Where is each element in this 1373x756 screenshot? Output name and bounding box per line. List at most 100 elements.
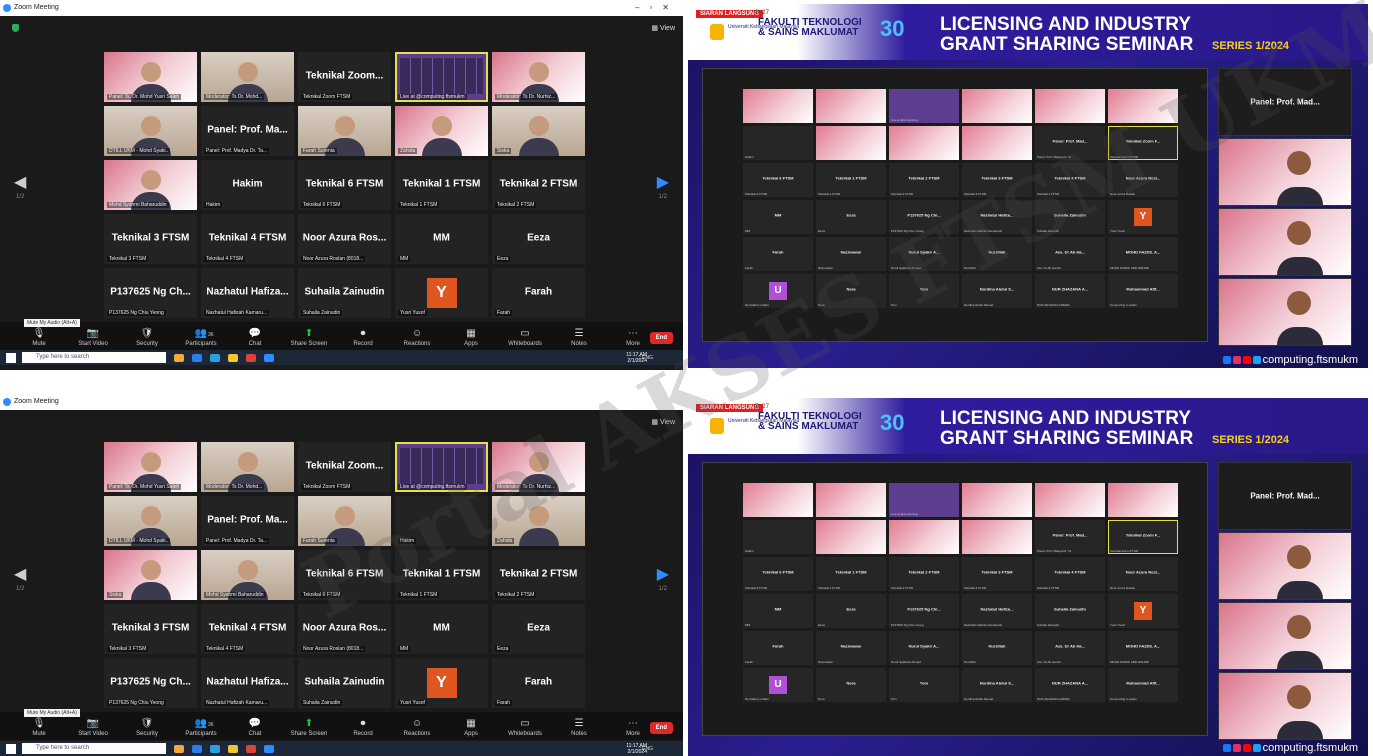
toolbar-button-share-screen[interactable]: ⬆ Share Screen [282, 718, 336, 740]
toolbar-button-reactions[interactable]: ☺ Reactions [390, 328, 444, 350]
participant-tile[interactable]: Nazhatul Hafiza... Nazhatul Hafizah Kamar… [201, 658, 294, 708]
taskbar-app-icon[interactable] [174, 744, 184, 753]
prev-page-icon[interactable]: ◀ [14, 172, 26, 192]
next-page-icon[interactable]: ▶ [657, 172, 669, 192]
toolbar-button-record[interactable]: ⏺ Record [336, 328, 390, 350]
participant-tile[interactable]: Farah Surenia [298, 106, 391, 156]
participant-tile[interactable]: Siska [492, 106, 585, 156]
view-button[interactable]: ▦ View [651, 24, 675, 32]
taskbar-app-icon[interactable] [210, 744, 220, 753]
taskbar-search[interactable]: Type here to search [22, 352, 166, 363]
participant-tile[interactable]: Mohd Syahmi Baharuddin [104, 160, 197, 210]
windows-start-icon[interactable] [6, 352, 16, 363]
participant-tile[interactable]: Suhaila Zainudin Suhaila Zainudin [298, 268, 391, 318]
toolbar-button-chat[interactable]: 💬 Chat [228, 328, 282, 350]
toolbar-button-mute[interactable]: 🎙 Mute [12, 718, 66, 740]
toolbar-button-participants[interactable]: 👥 Participants 36 [174, 328, 228, 350]
participant-tile[interactable]: P137625 Ng Ch... P137625 Ng Chiu Yeong [104, 268, 197, 318]
participant-tile[interactable]: Teknikal 4 FTSM Teknikal 4 FTSM [201, 604, 294, 654]
toolbar-button-notes[interactable]: ☰ Notes [552, 718, 606, 740]
participant-tile[interactable]: Y Yusri Yusof [395, 658, 488, 708]
taskbar-search[interactable]: Type here to search [22, 743, 166, 754]
participant-tile[interactable]: DTILL UKM - Mohd Syaki.. [104, 496, 197, 546]
participant-tile[interactable]: Teknikal 3 FTSM Teknikal 3 FTSM [104, 604, 197, 654]
toolbar-button-start-video[interactable]: 📷 Start Video [66, 328, 120, 350]
taskbar-app-icon[interactable] [192, 744, 202, 753]
participant-tile[interactable]: Teknikal Zoom... Teknikal Zoom FTSM [298, 52, 391, 102]
participant-tile[interactable]: Teknikal 3 FTSM Teknikal 3 FTSM [104, 214, 197, 264]
participant-tile[interactable]: Teknikal 4 FTSM Teknikal 4 FTSM [201, 214, 294, 264]
taskbar-app-icon[interactable] [246, 353, 256, 362]
participant-tile[interactable]: Hakim Hakim [201, 160, 294, 210]
toolbar-button-reactions[interactable]: ☺ Reactions [390, 718, 444, 740]
participant-tile[interactable]: Panel: Ts. Dr. Mohd Yusri Saleh [104, 52, 197, 102]
participant-tile[interactable]: Zahida [492, 496, 585, 546]
participant-tile[interactable]: Live at @computing.ftsmukm [395, 442, 488, 492]
participant-tile[interactable]: Siska [104, 550, 197, 600]
participant-tile[interactable]: Farah Farah [492, 268, 585, 318]
participant-tile[interactable]: Hakim [395, 496, 488, 546]
participant-tile[interactable]: MM MM [395, 604, 488, 654]
participant-tile[interactable]: Eeza Eeza [492, 604, 585, 654]
participant-tile[interactable]: Teknikal 6 FTSM Teknikal 6 FTSM [298, 160, 391, 210]
participant-tile[interactable]: Moderator: Ts Dr. Mohd... [201, 442, 294, 492]
participant-tile[interactable]: Moderator: Ts Dr. Nurhiz... [492, 52, 585, 102]
participant-tile[interactable]: MM MM [395, 214, 488, 264]
participant-tile[interactable]: Teknikal 2 FTSM Teknikal 2 FTSM [492, 160, 585, 210]
toolbar-button-record[interactable]: ⏺ Record [336, 718, 390, 740]
participant-tile[interactable]: Mohd Syahmi Baharuddin [201, 550, 294, 600]
participant-tile[interactable]: Y Yusri Yusof [395, 268, 488, 318]
taskbar-app-icon[interactable] [210, 353, 220, 362]
taskbar-app-icon[interactable] [264, 353, 274, 362]
toolbar-button-whiteboards[interactable]: ▭ Whiteboards [498, 328, 552, 350]
toolbar-button-start-video[interactable]: 📷 Start Video [66, 718, 120, 740]
participant-name: Teknikal Zoom... [305, 70, 384, 82]
toolbar-button-apps[interactable]: ▦ Apps [444, 328, 498, 350]
participant-tile[interactable]: Teknikal 6 FTSM Teknikal 6 FTSM [298, 550, 391, 600]
participant-tile[interactable]: Farah Surenia [298, 496, 391, 546]
windows-start-icon[interactable] [6, 743, 16, 754]
toolbar-button-chat[interactable]: 💬 Chat [228, 718, 282, 740]
window-controls[interactable]: –▫✕ [635, 0, 679, 16]
toolbar-button-security[interactable]: 🛡 Security [120, 718, 174, 740]
participant-tile[interactable]: Live at @computing.ftsmukm [395, 52, 488, 102]
taskbar-app-icon[interactable] [228, 353, 238, 362]
participant-tile[interactable]: Moderator: Ts Dr. Nurhiz... [492, 442, 585, 492]
taskbar-app-icon[interactable] [228, 744, 238, 753]
taskbar-app-icon[interactable] [246, 744, 256, 753]
shield-icon[interactable] [12, 24, 19, 32]
toolbar-button-notes[interactable]: ☰ Notes [552, 328, 606, 350]
view-button[interactable]: ▦ View [651, 418, 675, 426]
participant-tile[interactable]: P137625 Ng Ch... P137625 Ng Chiu Yeong [104, 658, 197, 708]
participant-tile[interactable]: Nazhatul Hafiza... Nazhatul Hafizah Kamar… [201, 268, 294, 318]
participant-tile[interactable]: DTILL UKM - Mohd Syaki.. [104, 106, 197, 156]
taskbar-app-icon[interactable] [174, 353, 184, 362]
toolbar-button-participants[interactable]: 👥 Participants 36 [174, 718, 228, 740]
participant-tile[interactable]: Zahida [395, 106, 488, 156]
participant-tile[interactable]: Panel: Prof. Ma... Panel: Prof. Madya Dr.… [201, 496, 294, 546]
participant-tile[interactable]: Teknikal 2 FTSM Teknikal 2 FTSM [492, 550, 585, 600]
participant-tile[interactable]: Panel: Prof. Ma... Panel: Prof. Madya Dr.… [201, 106, 294, 156]
participant-tile[interactable]: Eeza Eeza [492, 214, 585, 264]
toolbar-button-apps[interactable]: ▦ Apps [444, 718, 498, 740]
next-page-icon[interactable]: ▶ [657, 564, 669, 584]
taskbar-app-icon[interactable] [192, 353, 202, 362]
participant-tile[interactable]: Farah Farah [492, 658, 585, 708]
toolbar-button-share-screen[interactable]: ⬆ Share Screen [282, 328, 336, 350]
toolbar-button-whiteboards[interactable]: ▭ Whiteboards [498, 718, 552, 740]
taskbar-app-icon[interactable] [264, 744, 274, 753]
toolbar-button-security[interactable]: 🛡 Security [120, 328, 174, 350]
participant-tile[interactable]: Moderator: Ts Dr. Mohd... [201, 52, 294, 102]
participant-tile[interactable]: Teknikal 1 FTSM Teknikal 1 FTSM [395, 550, 488, 600]
participant-tile[interactable]: Teknikal Zoom... Teknikal Zoom FTSM [298, 442, 391, 492]
end-button[interactable]: End [649, 722, 673, 734]
participant-tile[interactable]: Panel: Ts. Dr. Mohd Yusri Saleh [104, 442, 197, 492]
participant-tile[interactable]: Teknikal 1 FTSM Teknikal 1 FTSM [395, 160, 488, 210]
end-button[interactable]: End [649, 332, 673, 344]
toolbar-button-mute[interactable]: 🎙 Mute [12, 328, 66, 350]
participant-tile[interactable]: Suhaila Zainudin Suhaila Zainudin [298, 658, 391, 708]
prev-page-icon[interactable]: ◀ [14, 564, 26, 584]
participant-caption: Eeza [495, 646, 511, 652]
participant-tile[interactable]: Noor Azura Ros... Noor Azura Roslan (8018… [298, 214, 391, 264]
participant-tile[interactable]: Noor Azura Ros... Noor Azura Roslan (8018… [298, 604, 391, 654]
